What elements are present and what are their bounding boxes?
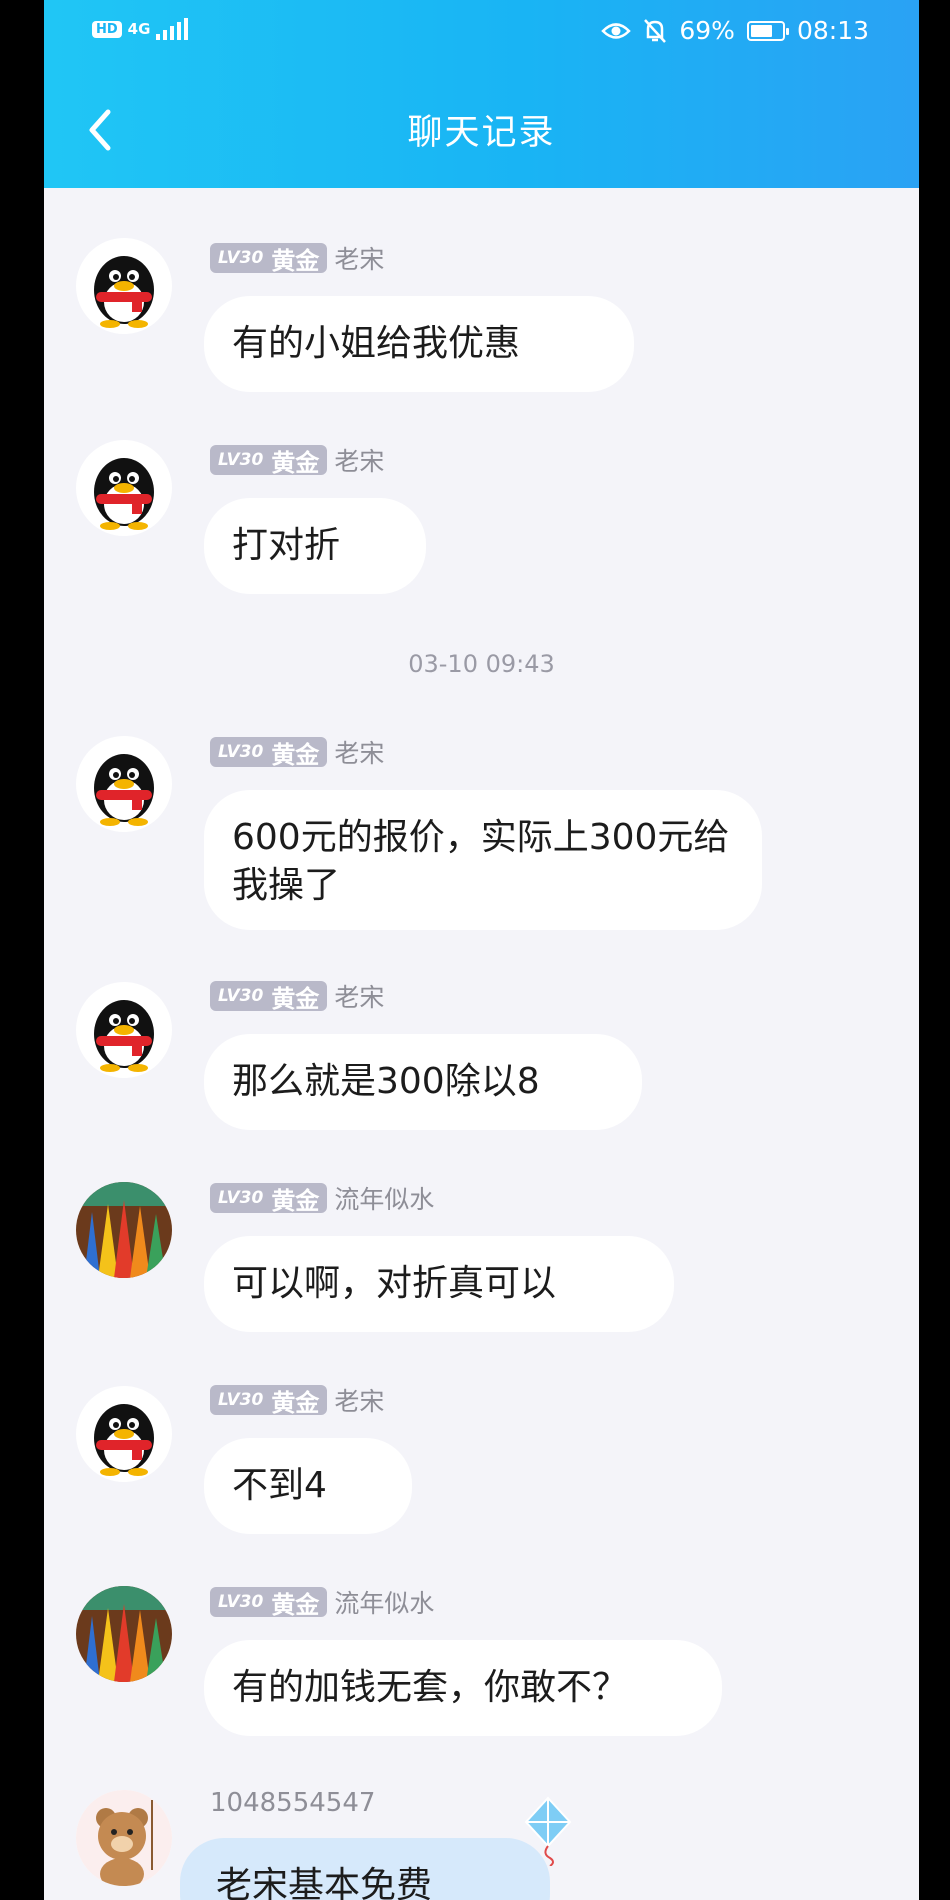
- sender-name: 老宋: [334, 447, 385, 476]
- kite-icon: [524, 1796, 572, 1866]
- sender-id: 1048554547: [210, 1788, 376, 1818]
- eye-icon: [601, 22, 632, 39]
- battery-icon: [746, 20, 789, 41]
- level-badge: LV30 黄金: [210, 737, 328, 769]
- message-meta: LV30 黄金 流年似水: [210, 1182, 435, 1215]
- level-badge: LV30 黄金: [210, 243, 328, 275]
- message-bubble[interactable]: 那么就是300除以8: [204, 1034, 642, 1130]
- sender-name: 老宋: [334, 983, 385, 1012]
- level-badge: LV30 黄金: [210, 1587, 328, 1619]
- message-meta: LV30 黄金 流年似水: [210, 1586, 435, 1619]
- hd-badge: HD: [92, 20, 122, 38]
- level-number: LV30: [218, 986, 264, 1006]
- pencils-avatar[interactable]: [76, 1182, 172, 1278]
- clock: 08:13: [796, 16, 869, 45]
- sender-name: 老宋: [334, 245, 385, 274]
- chat-history-screen: HD 4G 69% 08:13 聊天记录 LV30 黄金 老宋 有的小姐给我优惠…: [44, 0, 919, 1900]
- sender-name: 老宋: [334, 1387, 385, 1416]
- sender-name: 流年似水: [334, 1589, 435, 1618]
- penguin-avatar[interactable]: [76, 736, 172, 832]
- level-badge: LV30 黄金: [210, 1385, 328, 1417]
- sender-name: 老宋: [334, 739, 385, 768]
- message-bubble[interactable]: 有的加钱无套，你敢不？: [204, 1640, 722, 1736]
- level-rank: 黄金: [271, 1186, 320, 1215]
- bear-avatar[interactable]: [76, 1790, 172, 1886]
- status-bar: HD 4G 69% 08:13: [44, 0, 919, 66]
- status-right: 69% 08:13: [601, 16, 869, 45]
- message-meta: LV30 黄金 老宋: [210, 736, 385, 769]
- level-badge: LV30 黄金: [210, 981, 328, 1013]
- level-number: LV30: [218, 1188, 264, 1208]
- penguin-avatar[interactable]: [76, 982, 172, 1078]
- level-number: LV30: [218, 450, 264, 470]
- level-rank: 黄金: [271, 740, 320, 769]
- penguin-avatar[interactable]: [76, 238, 172, 334]
- level-badge: LV30 黄金: [210, 1183, 328, 1215]
- penguin-avatar[interactable]: [76, 1386, 172, 1482]
- mute-bell-icon: [644, 18, 667, 43]
- message-bubble[interactable]: 可以啊，对折真可以: [204, 1236, 674, 1332]
- message-bubble[interactable]: 不到4: [204, 1438, 412, 1534]
- level-number: LV30: [218, 1390, 264, 1410]
- message-meta: LV30 黄金 老宋: [210, 444, 385, 477]
- message-bubble[interactable]: 打对折: [204, 498, 426, 594]
- message-meta: LV30 黄金 老宋: [210, 1384, 385, 1417]
- level-rank: 黄金: [271, 246, 320, 275]
- level-rank: 黄金: [271, 1590, 320, 1619]
- level-number: LV30: [218, 1592, 264, 1612]
- message-bubble[interactable]: 600元的报价，实际上300元给我操了: [204, 790, 762, 930]
- timestamp: 03-10 09:43: [408, 650, 555, 678]
- message-bubble[interactable]: 有的小姐给我优惠: [204, 296, 634, 392]
- message-meta: LV30 黄金 老宋: [210, 242, 385, 275]
- level-number: LV30: [218, 742, 264, 762]
- message-bubble[interactable]: 老宋基本免费: [180, 1838, 550, 1900]
- level-rank: 黄金: [271, 448, 320, 477]
- level-rank: 黄金: [271, 984, 320, 1013]
- level-number: LV30: [218, 248, 264, 268]
- title-bar: 聊天记录: [44, 66, 919, 188]
- signal-icon: [156, 18, 189, 40]
- page-title: 聊天记录: [407, 113, 556, 153]
- sender-name: 流年似水: [334, 1185, 435, 1214]
- level-rank: 黄金: [271, 1388, 320, 1417]
- level-badge: LV30 黄金: [210, 445, 328, 477]
- penguin-avatar[interactable]: [76, 440, 172, 536]
- message-meta: LV30 黄金 老宋: [210, 980, 385, 1013]
- network-indicators: HD 4G: [92, 18, 189, 40]
- network-label: 4G: [127, 20, 151, 38]
- header: HD 4G 69% 08:13 聊天记录: [44, 0, 919, 188]
- battery-level: [750, 24, 772, 37]
- battery-percent: 69%: [679, 16, 735, 45]
- pencils-avatar[interactable]: [76, 1586, 172, 1682]
